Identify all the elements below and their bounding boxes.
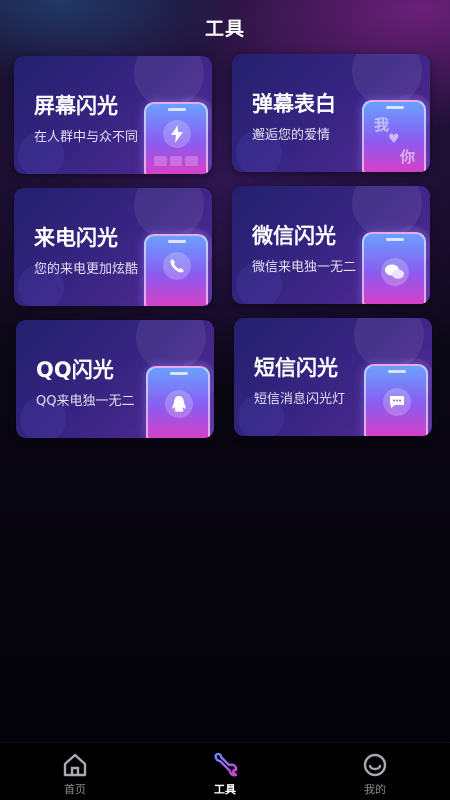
tab-label: 工具	[214, 783, 236, 796]
wechat-icon	[381, 258, 409, 286]
card-barrage-confession[interactable]: 弹幕表白 邂逅您的爱情 我 ♥ 你	[232, 54, 430, 172]
barrage-char: 我	[374, 116, 390, 134]
card-title: 弹幕表白	[252, 92, 336, 116]
card-screen-flash[interactable]: 屏幕闪光 在人群中与众不同	[14, 56, 212, 174]
card-title: QQ闪光	[36, 358, 114, 382]
card-title: 微信闪光	[252, 224, 336, 248]
card-subtitle: QQ来电独一无二	[36, 394, 135, 409]
phone-illustration: 我 ♥ 你	[362, 100, 426, 172]
heart-icon: ♥	[388, 132, 400, 147]
phone-illustration	[362, 232, 426, 304]
barrage-char: 你	[400, 148, 416, 166]
tab-label: 我的	[364, 783, 386, 796]
card-title: 短信闪光	[254, 356, 338, 380]
card-subtitle: 在人群中与众不同	[34, 130, 139, 145]
lightning-icon	[163, 120, 191, 148]
card-qq-flash[interactable]: QQ闪光 QQ来电独一无二	[16, 320, 214, 438]
tab-home[interactable]: 首页	[0, 743, 150, 800]
phone-illustration	[146, 366, 210, 438]
card-subtitle: 邂逅您的爱情	[252, 128, 331, 143]
card-subtitle: 微信来电独一无二	[252, 260, 357, 275]
card-title: 来电闪光	[34, 226, 118, 250]
wrench-icon	[214, 752, 238, 777]
phone-illustration	[364, 364, 428, 436]
smile-icon	[363, 753, 387, 777]
tools-screen: 工具 屏幕闪光 在人群中与众不同 弹幕表白 邂逅您的爱情 我 ♥ 你 来电闪光 …	[0, 0, 450, 800]
card-wechat-flash[interactable]: 微信闪光 微信来电独一无二	[232, 186, 430, 304]
card-subtitle: 短信消息闪光灯	[254, 392, 346, 407]
bottom-tab-bar: 首页 工具 我的	[0, 742, 450, 800]
phone-illustration	[144, 234, 208, 306]
tab-profile[interactable]: 我的	[300, 743, 450, 800]
qq-penguin-icon	[165, 390, 193, 418]
home-icon	[63, 753, 87, 777]
tab-label: 首页	[64, 783, 86, 796]
message-icon	[383, 388, 411, 416]
card-call-flash[interactable]: 来电闪光 您的来电更加炫酷	[14, 188, 212, 306]
page-title: 工具	[204, 18, 245, 40]
phone-call-icon	[163, 252, 191, 280]
card-sms-flash[interactable]: 短信闪光 短信消息闪光灯	[234, 318, 432, 436]
card-title: 屏幕闪光	[34, 94, 118, 118]
card-subtitle: 您的来电更加炫酷	[34, 262, 139, 277]
phone-illustration	[144, 102, 208, 174]
tab-tools[interactable]: 工具	[150, 743, 300, 800]
